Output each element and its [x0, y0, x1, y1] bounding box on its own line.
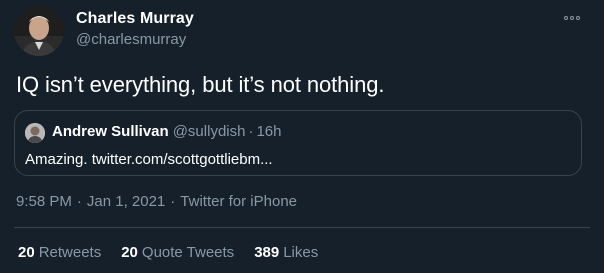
quote-text: Amazing. twitter.com/scottgottliebm... [25, 151, 273, 168]
tweet-text: IQ isn’t everything, but it’s not nothin… [16, 72, 385, 97]
stats-divider [14, 227, 590, 228]
tweet-detail: Charles Murray @charlesmurray IQ isn’t e… [0, 0, 604, 273]
quote-tweets-count: 20 [121, 244, 138, 261]
quote-separator: · [248, 123, 254, 140]
quote-tweets-label: Quote Tweets [141, 244, 235, 261]
author-handle[interactable]: @charlesmurray [76, 31, 186, 48]
tweet-source[interactable]: Twitter for iPhone [180, 193, 297, 210]
author-avatar[interactable] [14, 6, 64, 56]
tweet-time[interactable]: 9:58 PM [16, 193, 72, 210]
quote-avatar-image [25, 123, 45, 143]
meta-separator: · [76, 193, 82, 210]
meta-separator: · [170, 193, 176, 210]
retweets-stat[interactable]: 20 Retweets [18, 244, 101, 261]
likes-stat[interactable]: 389 Likes [254, 244, 318, 261]
retweets-label: Retweets [38, 244, 102, 261]
quote-author-avatar [25, 123, 45, 143]
likes-count: 389 [254, 244, 280, 261]
tweet-meta: 9:58 PM · Jan 1, 2021 · Twitter for iPhone [16, 193, 297, 210]
quote-time: 16h [256, 123, 282, 140]
quote-tweet-card[interactable]: Andrew Sullivan @sullydish · 16h Amazing. t… [14, 110, 582, 176]
quote-author-handle: @sullydish [172, 123, 246, 140]
retweets-count: 20 [18, 244, 35, 261]
quote-tweets-stat[interactable]: 20 Quote Tweets [121, 244, 234, 261]
tweet-stats: 20 Retweets 20 Quote Tweets 389 Likes [18, 244, 318, 261]
author-name[interactable]: Charles Murray [76, 10, 194, 28]
more-horizontal-icon[interactable] [562, 12, 582, 24]
author-avatar-image [14, 6, 64, 56]
quote-header: Andrew Sullivan @sullydish · 16h [52, 123, 282, 140]
tweet-date[interactable]: Jan 1, 2021 [87, 193, 165, 210]
quote-author-name: Andrew Sullivan [52, 123, 169, 140]
likes-label: Likes [283, 244, 319, 261]
